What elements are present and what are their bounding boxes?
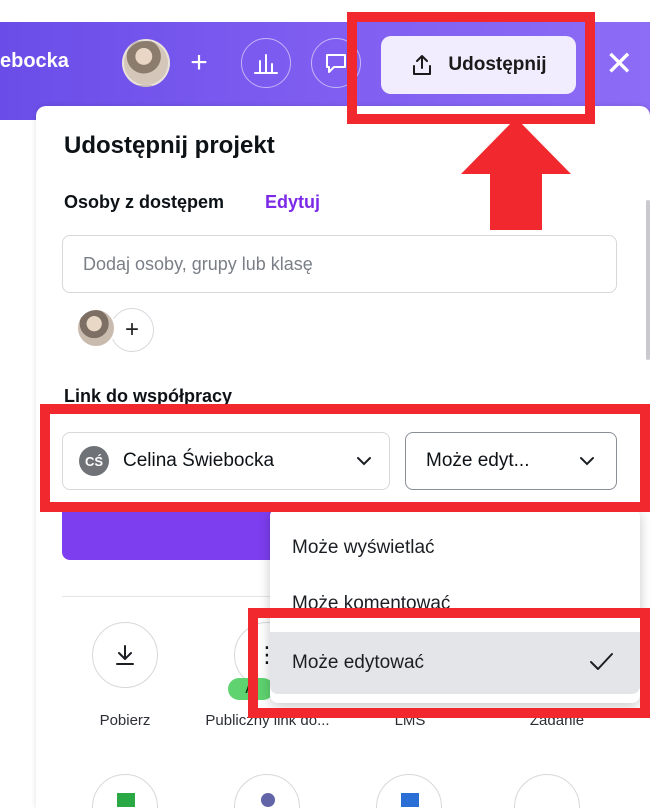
add-collaborator-button[interactable]: + [174, 38, 224, 88]
public-link-action-label: Publiczny link do... [205, 712, 330, 729]
download-action-label: Pobierz [99, 712, 151, 729]
app-green-icon [117, 793, 135, 807]
insights-button[interactable] [241, 38, 291, 88]
permission-menu: Może wyświetlać Może komentować Może edy… [270, 508, 640, 703]
app-blue-icon [401, 793, 419, 807]
access-label: Osoby z dostępem [64, 192, 225, 212]
menu-item-label: Może komentować [292, 593, 451, 614]
plus-icon: + [124, 316, 139, 343]
assignment-action-label: Zadanie [529, 712, 585, 729]
bar-chart-icon [254, 54, 278, 74]
copy-link-button[interactable] [62, 512, 292, 560]
link-access-owner-select[interactable]: CŚ Celina Świebocka [62, 432, 390, 490]
panel-title: Udostępnij projekt [64, 132, 275, 159]
collab-link-label: Link do współpracy [64, 386, 233, 404]
app-teams-icon [261, 793, 275, 807]
menu-item-label: Może wyświetlać [292, 537, 435, 558]
ai-badge: AI [228, 678, 274, 700]
permission-select[interactable]: Może edyt... [405, 432, 617, 490]
panel-scrollbar[interactable] [646, 200, 650, 360]
arrow-shaft-annotation [490, 172, 542, 230]
team-name: ebocka [0, 50, 69, 72]
chevron-down-icon [357, 457, 371, 466]
menu-item-label: Może edytować [292, 652, 425, 673]
permission-selected-value: Może edyt... [426, 450, 530, 471]
user-avatar[interactable] [122, 39, 170, 87]
share-button[interactable]: Udostępnij [381, 36, 576, 94]
share-upload-icon [413, 55, 432, 75]
add-people-input[interactable] [62, 235, 617, 293]
edit-access-link[interactable]: Edytuj [265, 192, 320, 213]
menu-item-can-edit[interactable]: Może edytować [270, 632, 640, 694]
menu-item-can-view[interactable]: Może wyświetlać [270, 520, 640, 576]
owner-name: Celina Świebocka [123, 450, 275, 471]
checkmark-icon [590, 653, 613, 670]
share-button-label: Udostępnij [448, 54, 547, 75]
download-action[interactable] [92, 622, 158, 688]
collaborator-avatar [76, 308, 116, 348]
add-person-button[interactable]: + [110, 308, 154, 352]
close-icon[interactable]: ✕ [605, 44, 634, 84]
download-icon [116, 645, 134, 665]
owner-initials-avatar: CŚ [79, 446, 109, 476]
menu-item-can-comment[interactable]: Może komentować [270, 576, 640, 632]
section-divider [62, 596, 292, 597]
top-white-strip [0, 0, 650, 22]
chevron-down-icon [580, 457, 594, 466]
plus-icon: + [190, 46, 208, 79]
comments-button[interactable] [311, 38, 361, 88]
arrow-up-annotation [461, 118, 571, 174]
comment-icon [326, 54, 346, 73]
lms-action-label: LMS [394, 712, 426, 729]
